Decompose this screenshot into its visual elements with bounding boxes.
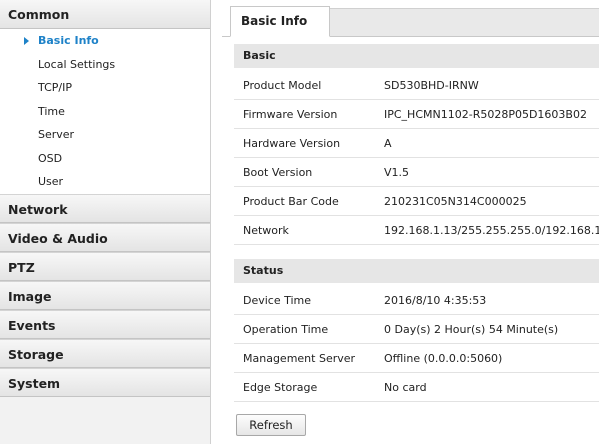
row-value: 2016/8/10 4:35:53 xyxy=(384,294,487,307)
row-label: Network xyxy=(243,224,289,237)
row-value: Offline (0.0.0.0:5060) xyxy=(384,352,503,365)
info-row-management-server: Management Server Offline (0.0.0.0:5060) xyxy=(234,344,599,373)
row-value: SD530BHD-IRNW xyxy=(384,79,479,92)
row-label: Firmware Version xyxy=(243,108,338,121)
info-row-product-model: Product Model SD530BHD-IRNW xyxy=(234,71,599,100)
tab-bar: Basic Info xyxy=(222,6,599,37)
row-label: Product Bar Code xyxy=(243,195,339,208)
row-value: V1.5 xyxy=(384,166,410,179)
sidebar-category-system[interactable]: System xyxy=(0,367,210,397)
sidebar-item-user[interactable]: User xyxy=(0,170,210,194)
row-label: Device Time xyxy=(243,294,312,307)
triangle-right-icon xyxy=(24,37,29,45)
row-value: 210231C05N314C000025 xyxy=(384,195,527,208)
sidebar-item-label: User xyxy=(38,175,64,188)
sidebar-item-label: Basic Info xyxy=(38,34,99,47)
info-row-product-bar-code: Product Bar Code 210231C05N314C000025 xyxy=(234,187,599,216)
sidebar-item-label: TCP/IP xyxy=(38,81,72,94)
sidebar-item-server[interactable]: Server xyxy=(0,123,210,147)
sidebar-common-submenu: Basic Info Local Settings TCP/IP Time Se… xyxy=(0,29,210,194)
row-label: Boot Version xyxy=(243,166,313,179)
row-label: Edge Storage xyxy=(243,381,318,394)
row-value: A xyxy=(384,137,392,150)
info-row-firmware-version: Firmware Version IPC_HCMN1102-R5028P05D1… xyxy=(234,100,599,129)
row-label: Hardware Version xyxy=(243,137,341,150)
sidebar-item-label: OSD xyxy=(38,151,63,165)
sidebar-category-network[interactable]: Network xyxy=(0,193,210,223)
sidebar-item-osd[interactable]: OSD xyxy=(0,147,210,171)
refresh-button[interactable]: Refresh xyxy=(236,414,306,436)
sidebar-category-common[interactable]: Common xyxy=(0,0,210,29)
row-value: No card xyxy=(384,381,427,394)
sidebar-item-label: Time xyxy=(38,104,65,118)
info-row-boot-version: Boot Version V1.5 xyxy=(234,158,599,187)
row-value: 192.168.1.13/255.255.255.0/192.168.1.1 xyxy=(384,224,599,237)
sidebar-item-label: Local Settings xyxy=(38,57,116,71)
sidebar-item-label: Server xyxy=(38,128,75,141)
section-header-status: Status xyxy=(234,259,599,283)
tab-bar-filler xyxy=(330,8,599,36)
sidebar: Common Basic Info Local Settings TCP/IP … xyxy=(0,0,211,444)
sidebar-category-video-audio[interactable]: Video & Audio xyxy=(0,222,210,252)
row-value: 0 Day(s) 2 Hour(s) 54 Minute(s) xyxy=(384,323,559,336)
row-label: Management Server xyxy=(243,352,356,365)
sidebar-item-tcp-ip[interactable]: TCP/IP xyxy=(0,76,210,100)
row-label: Product Model xyxy=(243,79,322,92)
sidebar-item-local-settings[interactable]: Local Settings xyxy=(0,53,210,77)
sidebar-item-basic-info[interactable]: Basic Info xyxy=(0,29,210,53)
row-label: Operation Time xyxy=(243,323,329,336)
sidebar-category-events[interactable]: Events xyxy=(0,309,210,339)
info-row-edge-storage: Edge Storage No card xyxy=(234,373,599,402)
info-row-device-time: Device Time 2016/8/10 4:35:53 xyxy=(234,286,599,315)
sidebar-category-image[interactable]: Image xyxy=(0,280,210,310)
row-value: IPC_HCMN1102-R5028P05D1603B02 xyxy=(384,108,587,121)
info-row-network: Network 192.168.1.13/255.255.255.0/192.1… xyxy=(234,216,599,245)
info-row-hardware-version: Hardware Version A xyxy=(234,129,599,158)
sidebar-category-ptz[interactable]: PTZ xyxy=(0,251,210,281)
info-row-operation-time: Operation Time 0 Day(s) 2 Hour(s) 54 Min… xyxy=(234,315,599,344)
tab-basic-info[interactable]: Basic Info xyxy=(230,6,330,37)
sidebar-category-storage[interactable]: Storage xyxy=(0,338,210,368)
section-header-basic: Basic xyxy=(234,44,599,68)
sidebar-item-time[interactable]: Time xyxy=(0,100,210,124)
main-panel: Basic Info Basic Product Model SD530BHD-… xyxy=(222,0,599,444)
